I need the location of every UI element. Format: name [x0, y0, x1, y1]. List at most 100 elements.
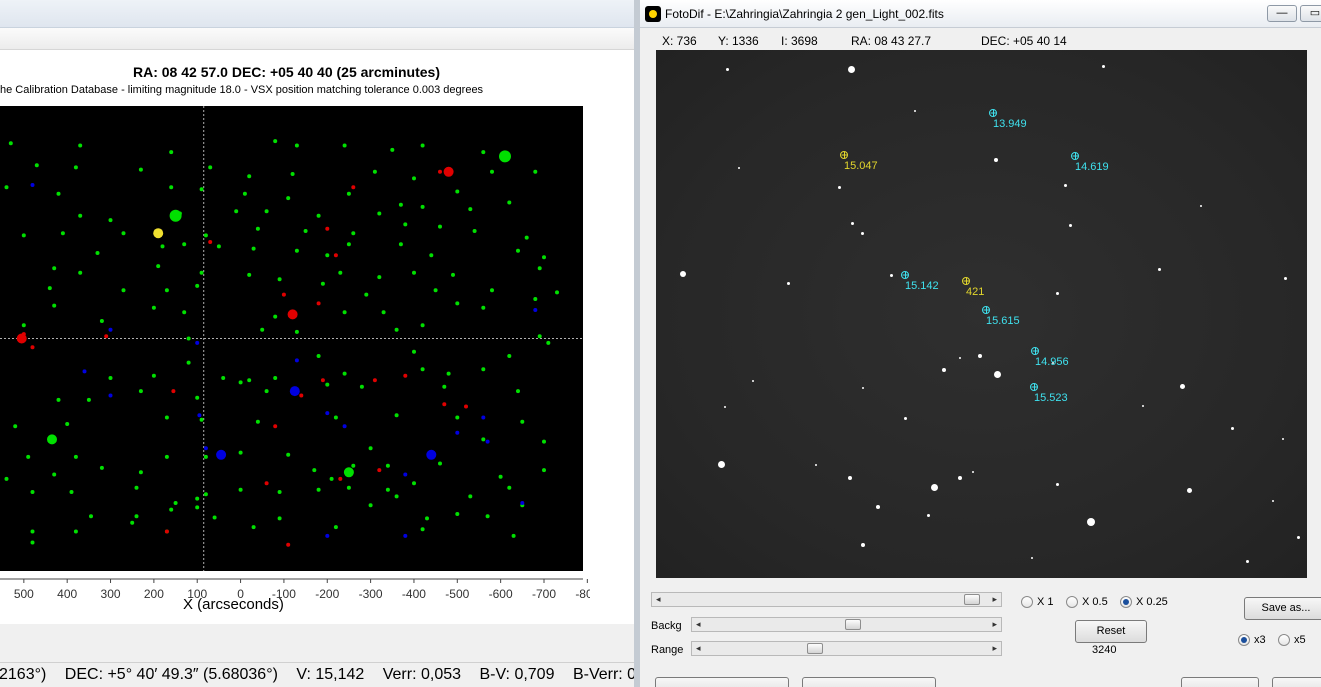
scroll-left-arrow-icon[interactable]: ◂ [656, 594, 661, 605]
star-point[interactable] [26, 454, 31, 459]
star-point[interactable] [403, 222, 408, 227]
star-point[interactable] [537, 334, 542, 339]
star-point[interactable] [164, 454, 169, 459]
star-point[interactable] [325, 411, 330, 416]
backg-slider[interactable]: ◂ ▸ [691, 617, 1002, 632]
star-point[interactable] [78, 143, 83, 148]
star-point[interactable] [359, 384, 364, 389]
zoom-x025-radio[interactable] [1120, 596, 1132, 608]
star-point[interactable] [294, 358, 299, 363]
star-point[interactable] [30, 345, 35, 350]
comparison-star-marker[interactable] [1071, 152, 1079, 160]
zoom-x1-radio[interactable] [1021, 596, 1033, 608]
star-point[interactable] [89, 514, 93, 519]
star-point[interactable] [390, 147, 395, 152]
star-point[interactable] [533, 308, 538, 312]
bottom-button-4[interactable] [1272, 677, 1321, 687]
star-point[interactable] [490, 169, 494, 174]
range-slider-thumb[interactable] [806, 643, 823, 654]
star-point[interactable] [95, 251, 100, 255]
star-point[interactable] [372, 169, 377, 174]
star-point[interactable] [186, 336, 191, 341]
star-point[interactable] [294, 329, 299, 334]
star-point[interactable] [286, 542, 291, 547]
reset-button[interactable]: Reset [1075, 620, 1147, 643]
star-chart-plot[interactable] [0, 106, 583, 571]
star-point[interactable] [164, 529, 169, 534]
star-point[interactable] [264, 389, 269, 394]
star-point[interactable] [108, 376, 113, 380]
slider-right-arrow-icon[interactable]: ▸ [992, 643, 997, 654]
minimize-button[interactable]: — [1267, 5, 1297, 22]
star-point[interactable] [303, 229, 308, 233]
star-point[interactable] [60, 231, 65, 236]
star-point[interactable] [86, 397, 91, 402]
comparison-star-marker[interactable] [982, 306, 990, 314]
star-point[interactable] [316, 354, 321, 358]
star-point[interactable] [65, 422, 70, 426]
star-point[interactable] [286, 196, 291, 201]
star-point[interactable] [203, 492, 208, 497]
star-point[interactable] [351, 463, 356, 468]
star-point[interactable] [69, 490, 74, 494]
star-point[interactable] [377, 275, 382, 280]
star-point[interactable] [197, 413, 202, 418]
star-point[interactable] [277, 490, 282, 494]
star-point[interactable] [216, 449, 227, 460]
star-point[interactable] [130, 520, 135, 525]
star-point[interactable] [30, 183, 35, 187]
star-point[interactable] [368, 446, 373, 451]
star-point[interactable] [104, 334, 109, 339]
star-point[interactable] [8, 141, 13, 146]
star-point[interactable] [394, 494, 399, 499]
star-point[interactable] [195, 283, 200, 288]
maximize-button[interactable]: ▭ [1300, 5, 1321, 22]
star-point[interactable] [47, 286, 52, 291]
star-point[interactable] [490, 288, 494, 293]
star-point[interactable] [108, 327, 113, 332]
star-point[interactable] [481, 437, 486, 442]
star-point[interactable] [546, 340, 551, 345]
star-point[interactable] [16, 333, 27, 344]
star-point[interactable] [208, 165, 213, 170]
star-point[interactable] [121, 231, 126, 236]
star-point[interactable] [255, 419, 260, 424]
star-point[interactable] [294, 248, 299, 253]
star-point[interactable] [255, 226, 260, 231]
star-point[interactable] [212, 515, 217, 520]
star-point[interactable] [264, 209, 269, 214]
star-point[interactable] [273, 139, 278, 144]
star-point[interactable] [507, 485, 512, 490]
star-point[interactable] [516, 389, 520, 394]
star-point[interactable] [151, 373, 156, 378]
star-point[interactable] [47, 434, 57, 445]
star-point[interactable] [4, 476, 9, 481]
star-point[interactable] [316, 301, 321, 306]
star-point[interactable] [203, 233, 208, 238]
star-point[interactable] [289, 386, 300, 397]
star-point[interactable] [442, 384, 447, 389]
star-point[interactable] [446, 371, 451, 376]
slider-right-arrow-icon[interactable]: ▸ [992, 619, 997, 630]
star-point[interactable] [99, 465, 104, 470]
star-point[interactable] [342, 310, 347, 315]
star-point[interactable] [277, 516, 282, 521]
star-point[interactable] [52, 303, 57, 308]
star-point[interactable] [420, 323, 425, 328]
star-point[interactable] [287, 309, 298, 320]
star-point[interactable] [195, 496, 200, 501]
star-point[interactable] [511, 533, 516, 538]
star-point[interactable] [385, 463, 390, 468]
star-point[interactable] [251, 525, 256, 530]
star-point[interactable] [30, 490, 35, 494]
target-star-marker[interactable] [840, 151, 848, 159]
star-point[interactable] [199, 187, 204, 192]
star-point[interactable] [169, 150, 174, 155]
star-point[interactable] [481, 150, 486, 155]
star-point[interactable] [442, 402, 447, 407]
star-point[interactable] [99, 319, 104, 323]
star-point[interactable] [516, 248, 520, 253]
star-point[interactable] [182, 310, 187, 315]
star-point[interactable] [320, 378, 325, 383]
star-point[interactable] [443, 166, 454, 177]
